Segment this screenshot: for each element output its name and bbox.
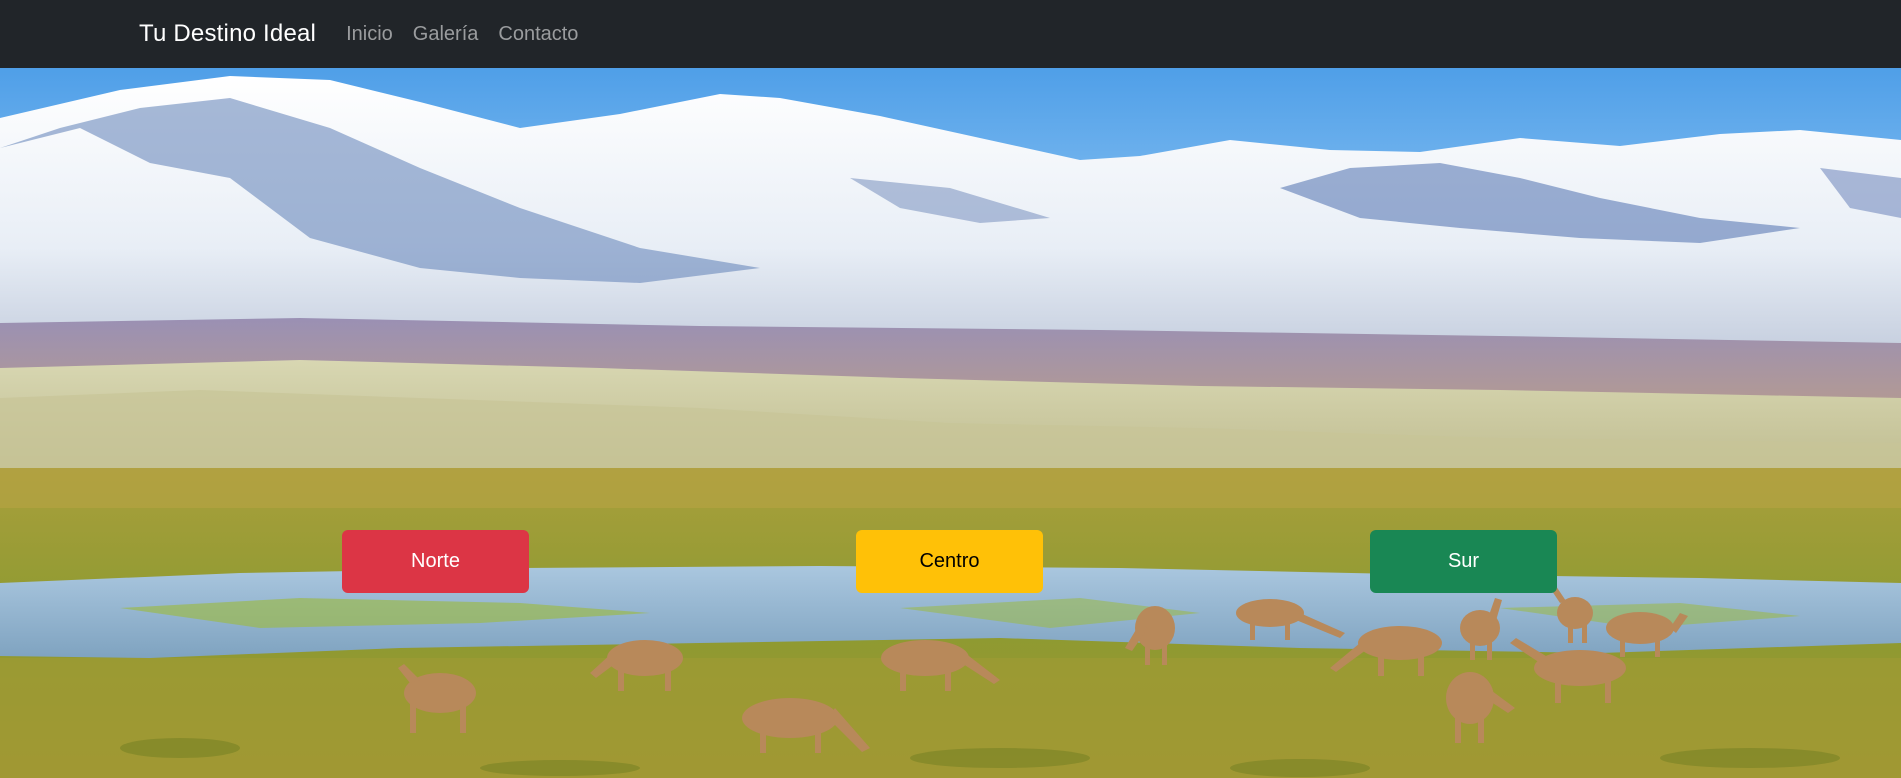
sur-button[interactable]: Sur (1370, 530, 1557, 593)
hero-section: Norte Centro Sur (0, 68, 1901, 778)
nav-item-galeria: Galería (413, 23, 479, 46)
nav-item-contacto: Contacto (498, 23, 578, 46)
norte-button[interactable]: Norte (342, 530, 529, 593)
navbar: Tu Destino Ideal Inicio Galería Contacto (0, 0, 1901, 68)
nav-link-contacto[interactable]: Contacto (498, 23, 578, 45)
centro-button[interactable]: Centro (856, 530, 1043, 593)
nav-link-inicio[interactable]: Inicio (346, 23, 393, 45)
hero-background-image (0, 68, 1901, 778)
nav-link-galeria[interactable]: Galería (413, 23, 479, 45)
nav-item-inicio: Inicio (346, 23, 393, 46)
nav-menu: Inicio Galería Contacto (346, 23, 578, 46)
brand-link[interactable]: Tu Destino Ideal (139, 20, 316, 48)
